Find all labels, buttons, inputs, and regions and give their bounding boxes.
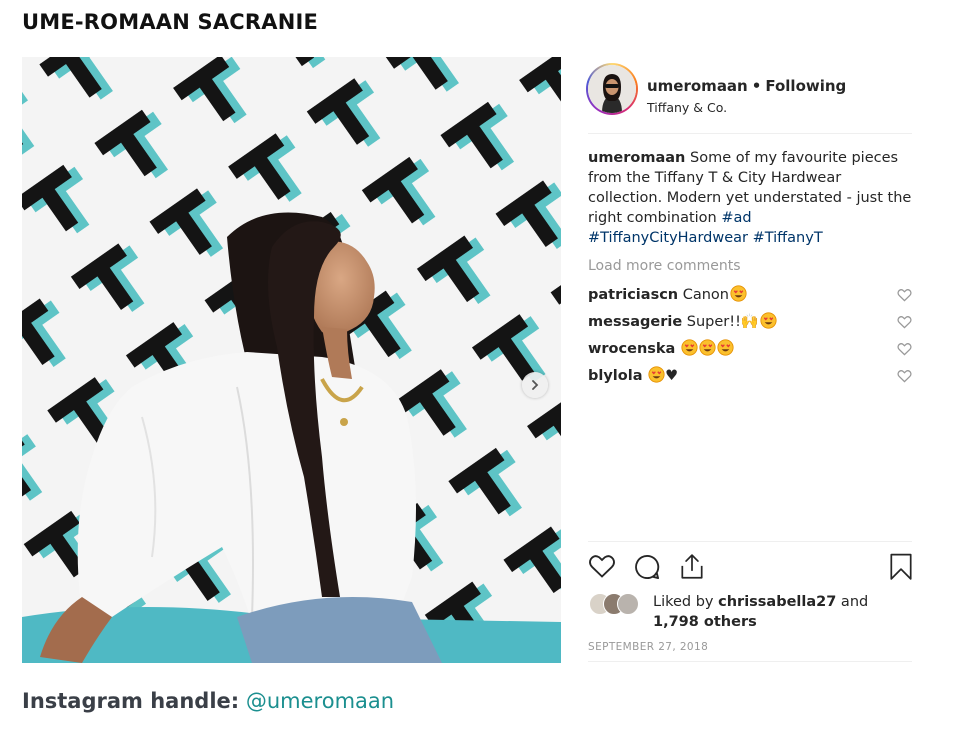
- comment-text: [675, 341, 680, 357]
- caption-username[interactable]: umeromaan: [588, 150, 685, 166]
- heart-icon[interactable]: [588, 553, 616, 579]
- comment-username[interactable]: wrocenska: [588, 341, 675, 357]
- divider: [588, 661, 912, 662]
- liker-avatars[interactable]: [589, 593, 649, 615]
- heart-eyes-emoji-icon: [681, 339, 698, 356]
- hashtag-ad[interactable]: #ad: [721, 210, 751, 226]
- comment-row: patriciascn Canon: [588, 285, 912, 312]
- photo-illustration: [22, 57, 561, 663]
- comment-username[interactable]: patriciascn: [588, 287, 678, 303]
- hashtag-tiffanyt[interactable]: #TiffanyT: [753, 230, 823, 246]
- likes-user[interactable]: chrissabella27: [718, 594, 836, 610]
- avatar[interactable]: [588, 65, 636, 113]
- comment-icon[interactable]: [633, 553, 661, 581]
- comment-row: messagerie Super!!🙌: [588, 312, 912, 339]
- next-photo-button[interactable]: [522, 372, 548, 398]
- likes-count[interactable]: 1,798 others: [653, 614, 757, 630]
- comments-list: patriciascn Canon messagerie Super!!🙌 wr…: [588, 285, 912, 393]
- comment-username[interactable]: blylola: [588, 368, 643, 384]
- heart-eyes-emoji-icon: [760, 312, 777, 329]
- post-actions: [588, 541, 912, 588]
- instagram-handle-line: Instagram handle: @umeromaan: [22, 689, 394, 713]
- following-button[interactable]: Following: [765, 77, 846, 95]
- heart-eyes-emoji-icon: [730, 285, 747, 302]
- hashtag-tiffanycityhardwear[interactable]: #TiffanyCityHardwear: [588, 230, 748, 246]
- comment-like-heart-icon[interactable]: [897, 369, 912, 383]
- comment-username[interactable]: messagerie: [588, 314, 682, 330]
- comment-row: blylola ♥: [588, 366, 912, 393]
- post-location[interactable]: Tiffany & Co.: [647, 100, 727, 115]
- liker-avatar: [617, 593, 639, 615]
- comment-like-heart-icon[interactable]: [897, 315, 912, 329]
- page-heading: UME-ROMAAN SACRANIE: [22, 10, 319, 34]
- likes-middle: and: [836, 594, 869, 610]
- comment-text: Canon: [678, 287, 729, 303]
- comment-text: [643, 368, 648, 384]
- post-username[interactable]: umeromaan: [647, 77, 748, 95]
- comment-like-heart-icon[interactable]: [897, 342, 912, 356]
- story-ring[interactable]: [586, 63, 638, 115]
- post-caption: umeromaan Some of my favourite pieces fr…: [588, 148, 912, 248]
- share-icon[interactable]: [679, 553, 705, 581]
- post-photo[interactable]: [22, 57, 561, 663]
- heart-eyes-emoji-icon: [648, 366, 665, 383]
- likes-summary: Liked by chrissabella27 and 1,798 others: [588, 592, 912, 632]
- bookmark-icon[interactable]: [889, 553, 913, 581]
- likes-text: Liked by chrissabella27 and 1,798 others: [653, 592, 868, 632]
- comment-suffix: ♥: [665, 368, 679, 384]
- handle-label: Instagram handle:: [22, 689, 240, 713]
- comment-row: wrocenska: [588, 339, 912, 366]
- heart-eyes-emoji-icon: [699, 339, 716, 356]
- post-side-panel: umeromaan • Following Tiffany & Co. umerom…: [586, 57, 912, 663]
- avatar-image: [588, 65, 636, 113]
- comment-like-heart-icon[interactable]: [897, 288, 912, 302]
- heart-eyes-emoji-icon: [717, 339, 734, 356]
- post-header-title: umeromaan • Following: [647, 77, 846, 95]
- handle-link[interactable]: @umeromaan: [246, 689, 394, 713]
- header-separator: •: [751, 77, 762, 95]
- load-more-comments[interactable]: Load more comments: [588, 258, 741, 274]
- chevron-right-icon: [532, 380, 539, 390]
- post-date[interactable]: SEPTEMBER 27, 2018: [588, 641, 708, 653]
- comment-text: Super!!🙌: [682, 314, 759, 330]
- post-header: umeromaan • Following Tiffany & Co.: [586, 63, 912, 134]
- likes-prefix: Liked by: [653, 594, 719, 610]
